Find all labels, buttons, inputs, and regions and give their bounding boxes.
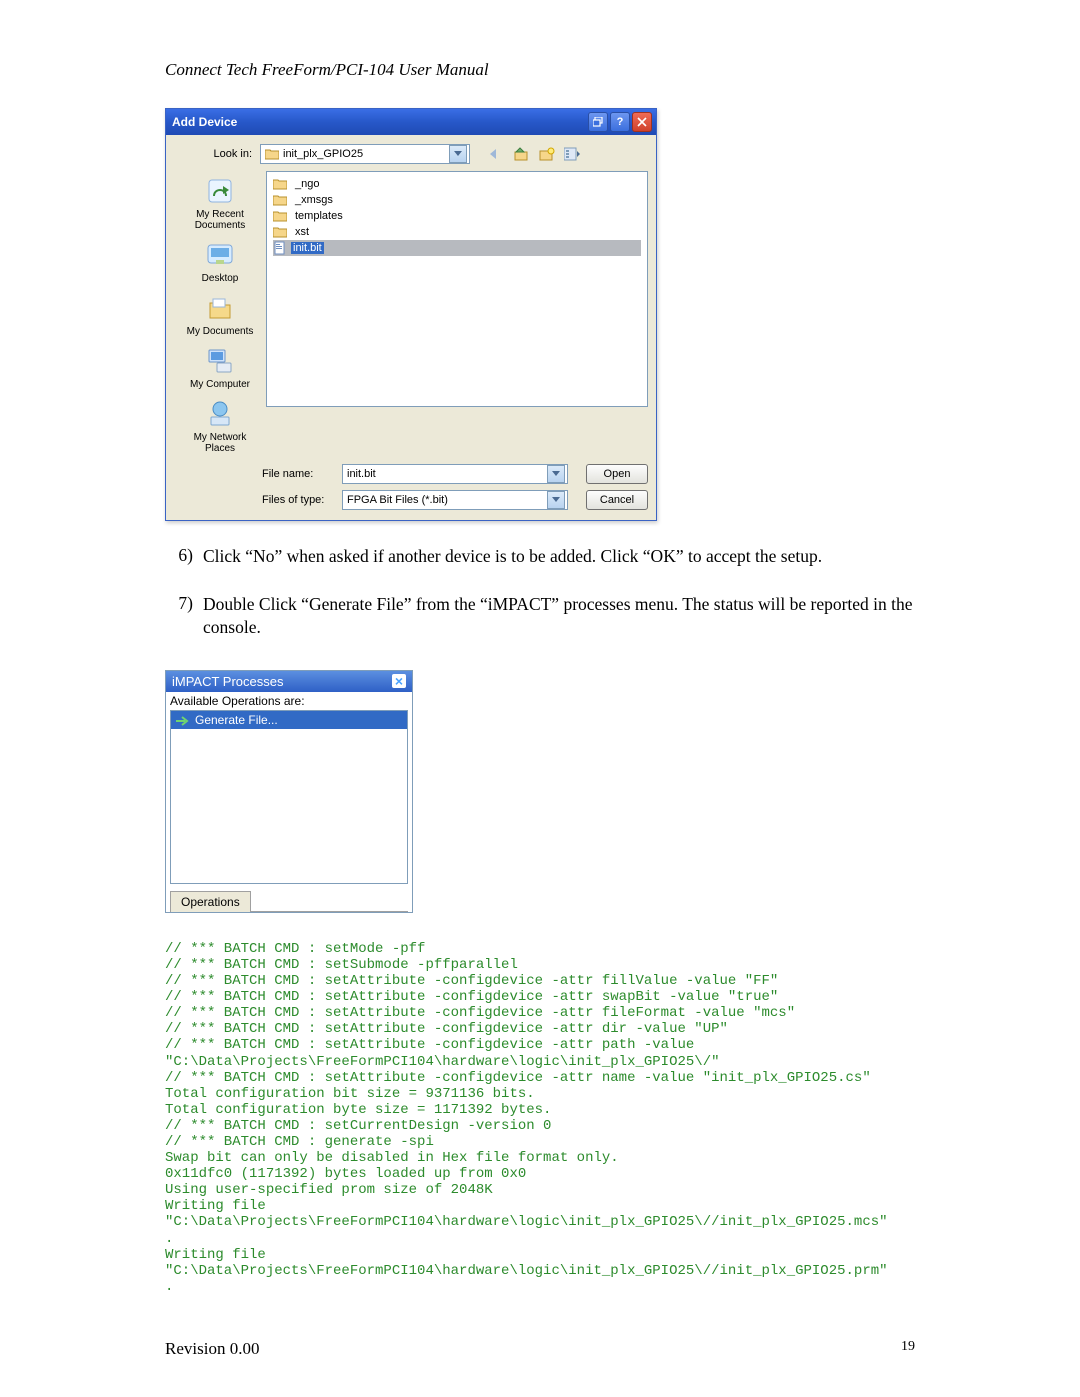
lookin-value: init_plx_GPIO25 [283,148,363,160]
recent-icon [204,175,236,207]
list-item[interactable]: xst [273,224,641,240]
place-mycomputer[interactable]: My Computer [178,345,262,390]
step-number: 7) [165,593,203,640]
place-label: My Computer [178,379,262,390]
step-6: 6) Click “No” when asked if another devi… [165,545,915,569]
folder-icon [273,210,287,222]
dialog-titlebar[interactable]: Add Device ? [166,109,656,135]
step-text: Double Click “Generate File” from the “i… [203,593,915,640]
close-icon[interactable] [632,112,652,132]
open-button[interactable]: Open [586,464,648,484]
file-listing[interactable]: _ngo _xmsgs templates xst init.bit [266,171,648,407]
folder-icon [273,194,287,206]
help-icon[interactable]: ? [610,112,630,132]
filename-input[interactable]: init.bit [342,464,568,484]
filetype-label: Files of type: [262,494,342,506]
list-item[interactable]: _ngo [273,176,641,192]
tab-operations[interactable]: Operations [170,891,251,912]
views-icon[interactable] [562,143,584,165]
file-name: init.bit [291,242,324,254]
documents-icon [204,292,236,324]
filetype-select[interactable]: FPGA Bit Files (*.bit) [342,490,568,510]
cancel-button[interactable]: Cancel [586,490,648,510]
folder-icon [265,148,279,160]
place-desktop[interactable]: Desktop [178,239,262,284]
place-label: My Network Places [178,432,262,454]
folder-icon [273,178,287,190]
place-label: My Recent Documents [178,209,262,231]
place-label: My Documents [178,326,262,337]
file-name: templates [295,210,343,222]
file-name: _xmsgs [295,194,333,206]
network-icon [204,398,236,430]
console-output: // *** BATCH CMD : setMode -pff // *** B… [165,941,915,1295]
revision-label: Revision 0.00 [165,1339,259,1359]
file-name: xst [295,226,309,238]
impact-title-text: iMPACT Processes [172,674,284,689]
back-icon[interactable] [484,143,506,165]
impact-titlebar[interactable]: iMPACT Processes × [166,671,412,692]
place-network[interactable]: My Network Places [178,398,262,454]
impact-item-generate-file[interactable]: Generate File... [171,711,407,729]
filename-value: init.bit [347,468,376,480]
list-item[interactable]: _xmsgs [273,192,641,208]
list-item[interactable]: init.bit [273,240,641,256]
place-label: Desktop [178,273,262,284]
up-icon[interactable] [510,143,532,165]
impact-item-label: Generate File... [195,713,278,727]
list-item[interactable]: templates [273,208,641,224]
step-text: Click “No” when asked if another device … [203,545,915,569]
computer-icon [204,345,236,377]
new-folder-icon[interactable] [536,143,558,165]
chevron-down-icon[interactable] [449,145,467,163]
step-7: 7) Double Click “Generate File” from the… [165,593,915,640]
chevron-down-icon[interactable] [547,491,565,509]
place-mydocs[interactable]: My Documents [178,292,262,337]
restore-icon[interactable] [588,112,608,132]
place-recent[interactable]: My Recent Documents [178,175,262,231]
folder-icon [273,226,287,238]
impact-available-label: Available Operations are: [170,694,408,708]
filetype-value: FPGA Bit Files (*.bit) [347,494,448,506]
page-header: Connect Tech FreeForm/PCI-104 User Manua… [165,60,915,80]
places-bar: My Recent Documents Desktop My Documents… [174,171,266,458]
arrow-right-icon [175,715,189,725]
add-device-dialog: Add Device ? Look in: init_plx_GPIO25 [165,108,657,521]
file-icon [273,241,287,255]
close-icon[interactable]: × [392,674,406,688]
file-name: _ngo [295,178,319,190]
impact-processes-panel: iMPACT Processes × Available Operations … [165,670,413,913]
filename-label: File name: [262,468,342,480]
impact-listbox[interactable]: Generate File... [170,710,408,884]
desktop-icon [204,239,236,271]
lookin-label: Look in: [174,148,260,160]
chevron-down-icon[interactable] [547,465,565,483]
lookin-combo[interactable]: init_plx_GPIO25 [260,144,470,164]
step-number: 6) [165,545,203,569]
dialog-title: Add Device [172,115,237,129]
page-number: 19 [901,1339,915,1359]
